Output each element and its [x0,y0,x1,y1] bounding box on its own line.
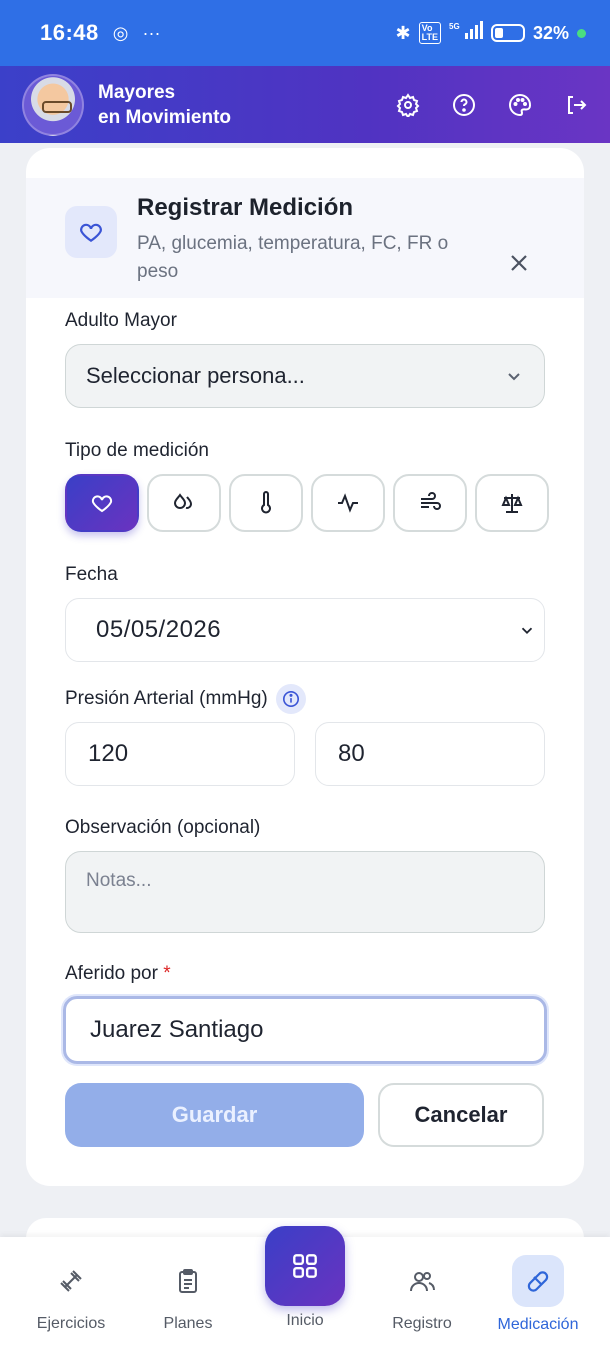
nav-planes[interactable]: Planes [138,1237,238,1333]
app-header: Mayores en Movimiento [0,66,610,143]
home-fab-button[interactable] [265,1226,345,1306]
register-measurement-card: Registrar Medición PA, glucemia, tempera… [26,148,584,1186]
type-glucose-button[interactable] [147,474,221,532]
card-title: Registrar Medición [137,194,354,221]
nav-ejercicios[interactable]: Ejercicios [21,1237,121,1333]
heart-icon [80,223,102,242]
status-time: 16:48 [40,20,99,45]
type-heart-button[interactable] [65,474,139,532]
measurement-type-group [65,474,549,532]
presion-label: Presión Arterial (mmHg) [65,688,268,710]
close-icon[interactable] [508,252,530,274]
grid-icon [293,1254,317,1278]
save-button[interactable]: Guardar [65,1083,364,1147]
date-value: 05/05/2026 [96,616,222,643]
heart-icon [91,495,113,513]
brand-line-1: Mayores [98,81,176,103]
logout-icon[interactable] [564,93,588,117]
info-icon[interactable] [275,684,306,714]
signal-icon: 5G [449,20,483,46]
obs-label: Observación (opcional) [65,817,261,838]
droplet-icon [173,493,193,509]
cancel-button[interactable]: Cancelar [378,1083,544,1147]
nav-label: Medicación [497,1316,579,1333]
privacy-dot-icon [577,28,586,38]
required-marker: * [163,963,171,984]
pill-icon [527,1271,549,1292]
wind-icon [421,492,441,510]
heart-icon-box [65,206,117,258]
type-respiratory-button[interactable] [393,474,467,532]
palette-icon[interactable] [508,93,532,117]
thermometer-icon [261,491,271,514]
network-label: 5G [449,22,460,31]
chevron-down-icon [508,373,520,381]
nav-label: Registro [392,1315,452,1332]
nav-label: Ejercicios [36,1315,106,1332]
battery-percent: 32% [532,22,569,43]
type-heart-rate-button[interactable] [311,474,385,532]
fecha-label: Fecha [65,564,118,585]
person-select[interactable]: Seleccionar persona... [65,344,545,408]
volte-icon: Vo LTE [418,22,441,44]
users-icon [410,1272,435,1292]
scale-icon [501,494,523,513]
systolic-input[interactable]: 120 [65,722,295,786]
pulse-icon [338,493,358,513]
type-weight-button[interactable] [475,474,549,532]
help-icon[interactable] [452,93,476,117]
clipboard-icon [179,1269,197,1293]
chrome-notification-icon: ◎ [112,22,129,43]
measured-by-input[interactable]: Juarez Santiago [63,996,547,1064]
nav-label: Planes [163,1315,213,1332]
tipo-label: Tipo de medición [65,440,209,461]
nav-medicacion[interactable]: Medicación [488,1237,588,1334]
avatar[interactable] [22,73,84,136]
date-input[interactable]: 05/05/2026 [65,598,545,662]
dumbbell-icon [60,1270,82,1292]
brand-title: Mayores en Movimiento [98,80,231,130]
chevron-down-icon [521,627,533,634]
brand-line-2: en Movimiento [98,106,232,128]
status-bar: 16:48 ◎ ··· ✱ Vo LTE 5G 32% [0,0,610,66]
presion-label-row: Presión Arterial (mmHg) [65,684,306,714]
nav-inicio-label[interactable]: Inicio [255,1312,355,1330]
notes-textarea[interactable]: Notas... [65,851,545,933]
aferido-label-row: Aferido por * [65,963,171,985]
nav-registro[interactable]: Registro [372,1237,472,1333]
card-subtitle: PA, glucemia, temperatura, FC, FR o peso [137,233,449,282]
card-header: Registrar Medición PA, glucemia, tempera… [26,178,584,298]
battery-icon [490,24,525,42]
type-temperature-button[interactable] [229,474,303,532]
gear-icon[interactable] [396,92,420,117]
more-notifications-icon: ··· [142,22,161,43]
aferido-label: Aferido por [65,963,158,984]
adulto-label: Adulto Mayor [65,310,177,331]
person-select-value: Seleccionar persona... [86,363,305,388]
diastolic-input[interactable]: 80 [315,722,545,786]
active-indicator [512,1255,564,1307]
bluetooth-icon: ✱ [395,22,411,43]
